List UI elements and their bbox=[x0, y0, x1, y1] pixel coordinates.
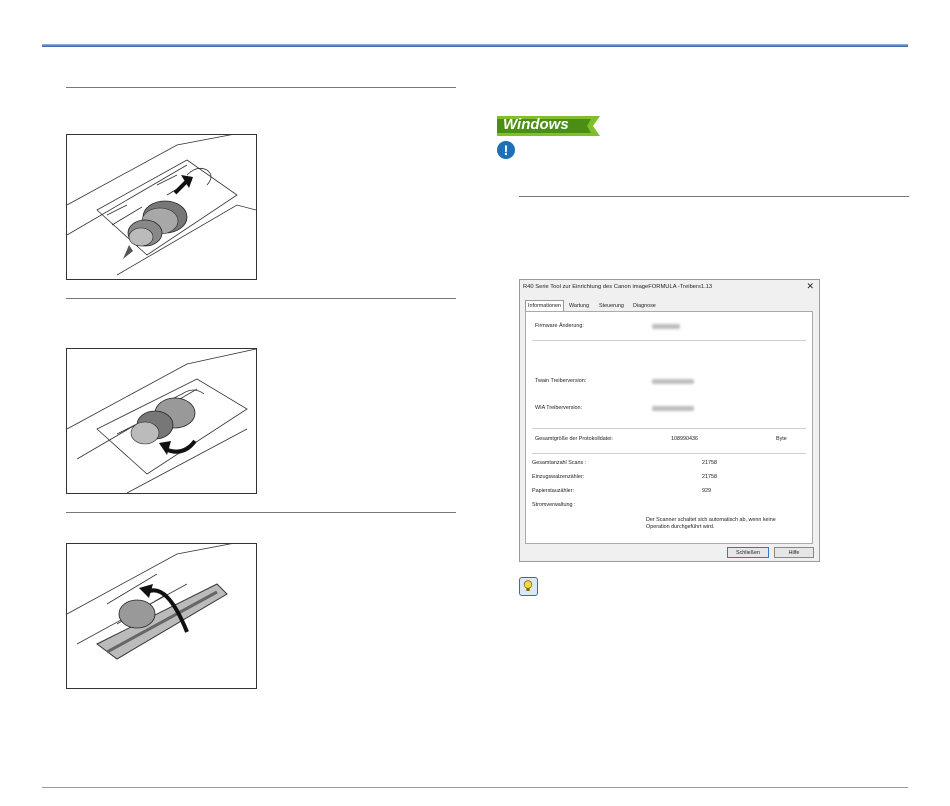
wia-label: WIA Treiberversion: bbox=[535, 405, 583, 411]
close-icon[interactable]: ✕ bbox=[806, 281, 814, 292]
total-scans-value: 21758 bbox=[702, 460, 717, 466]
feed-roller-value: 21758 bbox=[702, 474, 717, 480]
logsize-label: Gesamtgröße der Protokolldatei: bbox=[535, 436, 613, 442]
tab-informationen[interactable]: Informationen bbox=[525, 300, 564, 311]
logsize-value: 108990436 bbox=[671, 436, 698, 442]
paper-jam-label: Papierstauzähler: bbox=[532, 488, 574, 494]
firmware-label: Firmware Änderung: bbox=[535, 323, 584, 329]
logsize-unit: Byte bbox=[776, 436, 787, 442]
header-rule bbox=[42, 44, 908, 47]
figure-roller-remove bbox=[66, 134, 257, 280]
separator bbox=[532, 428, 806, 429]
separator bbox=[532, 340, 806, 341]
twain-label: Twain Treiberversion: bbox=[535, 378, 587, 384]
firmware-value-blurred bbox=[652, 324, 680, 329]
hint-lightbulb-icon bbox=[519, 577, 538, 596]
power-text: Der Scanner schaltet sich automatisch ab… bbox=[646, 517, 776, 530]
paper-jam-value: 929 bbox=[702, 488, 711, 494]
windows-logo-icon: Windows bbox=[497, 116, 600, 136]
figure-roller-rotate bbox=[66, 348, 257, 494]
section-rule-1 bbox=[66, 87, 456, 88]
total-scans-label: Gesamtanzahl Scans : bbox=[532, 460, 587, 466]
windows-badge-text: Windows bbox=[503, 116, 569, 133]
twain-value-blurred bbox=[652, 379, 694, 384]
settings-dialog: R40 Serie Tool zur Einrichtung des Canon… bbox=[519, 279, 820, 562]
informationen-panel: Firmware Änderung: Twain Treiberversion:… bbox=[525, 311, 813, 544]
tab-steuerung[interactable]: Steuerung bbox=[597, 301, 626, 311]
section-rule-right bbox=[519, 196, 909, 197]
warning-icon: ! bbox=[497, 141, 515, 159]
power-label: Stromverwaltung : bbox=[532, 502, 576, 508]
footer-rule bbox=[42, 787, 908, 788]
section-rule-3 bbox=[66, 512, 456, 513]
section-rule-2 bbox=[66, 298, 456, 299]
tab-wartung[interactable]: Wartung bbox=[567, 301, 591, 311]
wia-value-blurred bbox=[652, 406, 694, 411]
dialog-title: R40 Serie Tool zur Einrichtung des Canon… bbox=[523, 284, 713, 290]
tab-diagnose[interactable]: Diagnose bbox=[631, 301, 658, 311]
figure-close-cover bbox=[66, 543, 257, 689]
separator bbox=[532, 453, 806, 454]
feed-roller-label: Einzugswalzenzähler: bbox=[532, 474, 585, 480]
help-button[interactable]: Hilfe bbox=[774, 547, 814, 558]
close-button[interactable]: Schließen bbox=[727, 547, 769, 558]
